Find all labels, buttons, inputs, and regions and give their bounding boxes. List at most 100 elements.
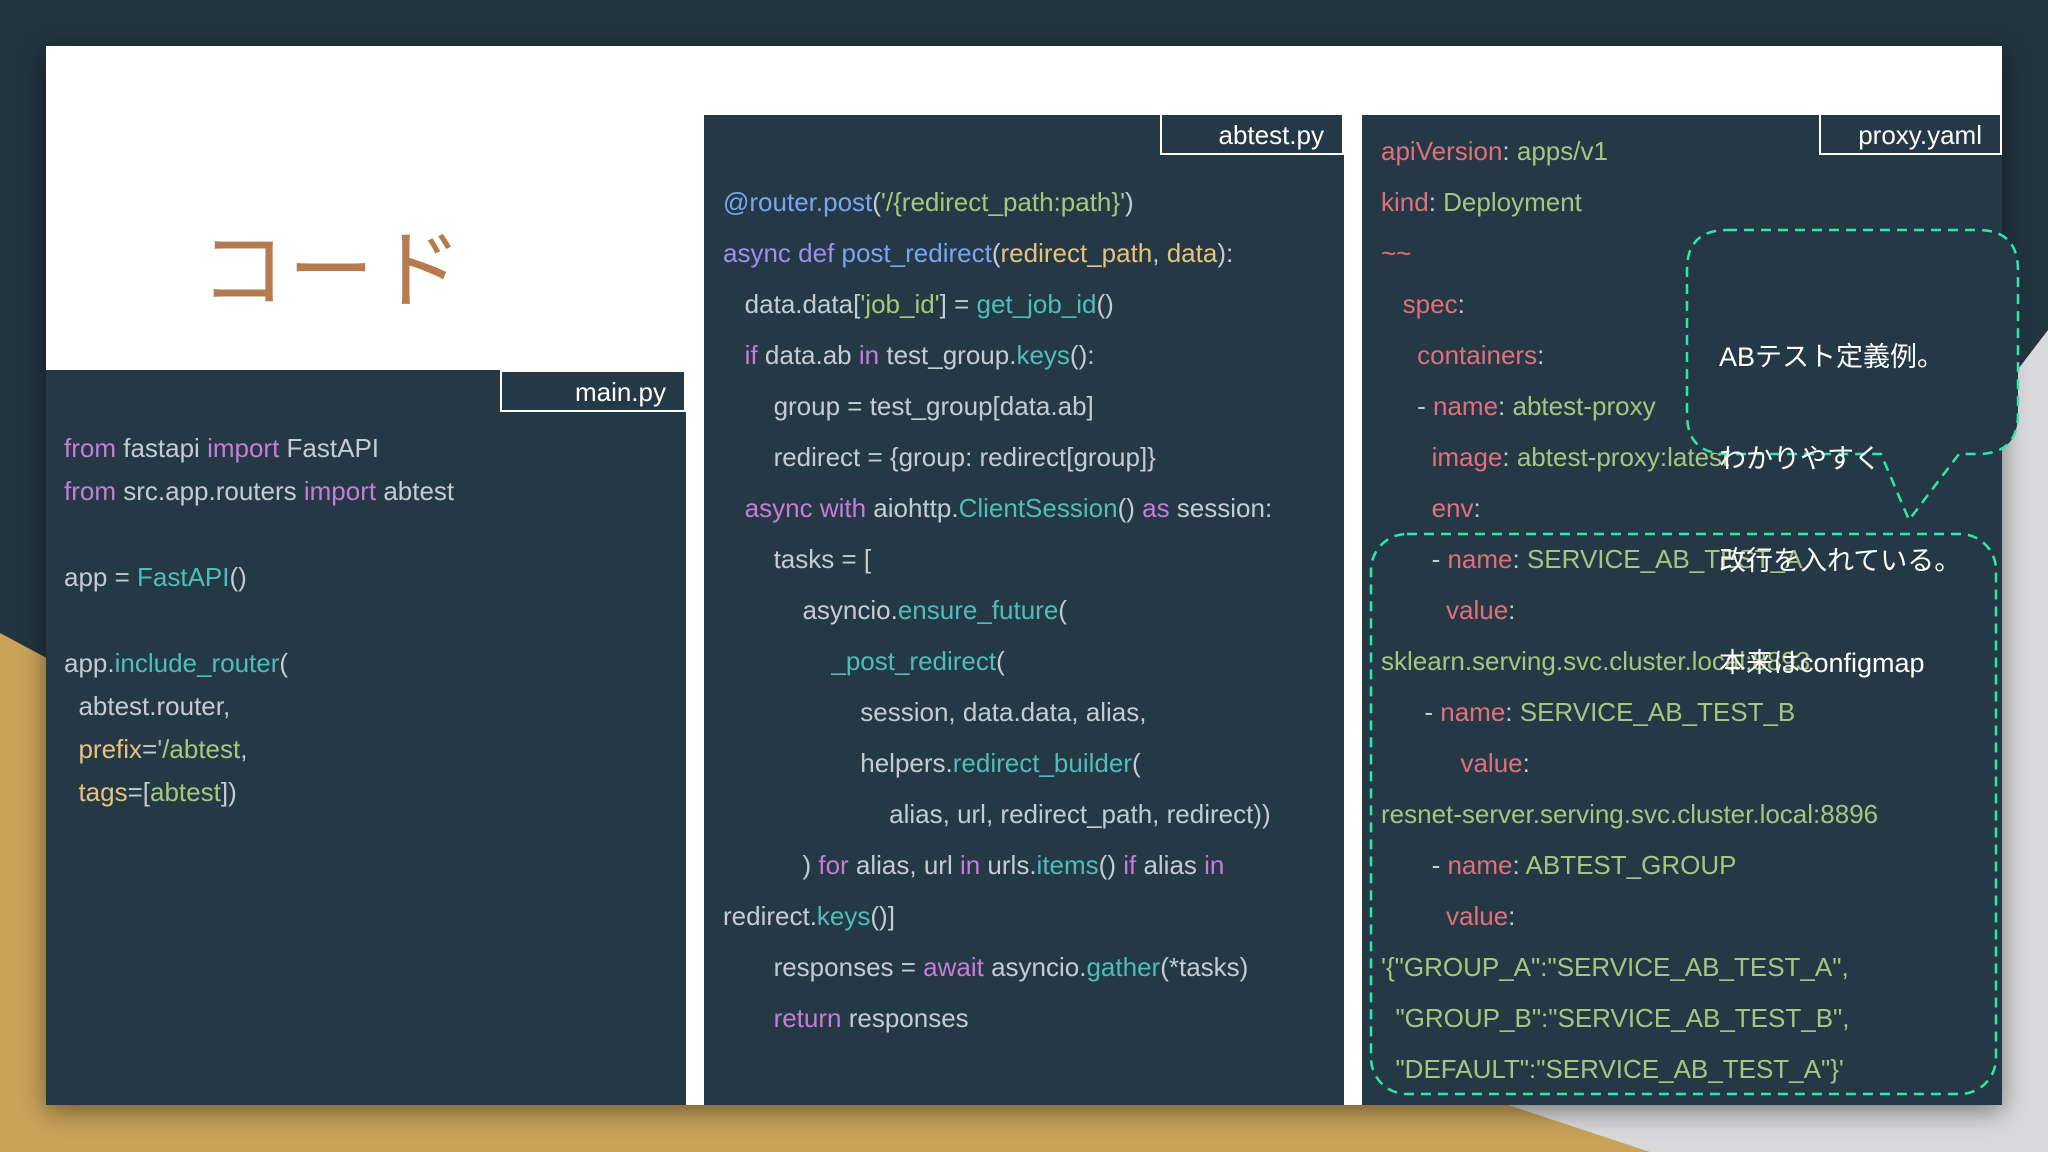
code-token: :	[1502, 442, 1517, 472]
code-token: urls.	[980, 850, 1037, 880]
code-token: FastAPI	[137, 562, 230, 592]
code-token: (	[1058, 595, 1067, 625]
main-py-code: from fastapi import FastAPI from src.app.…	[64, 427, 454, 814]
code-token: "DEFAULT":"SERVICE_AB_TEST_A"}'	[1381, 1054, 1844, 1084]
code-token: value	[1381, 748, 1523, 778]
main-py-tab[interactable]: main.py	[500, 370, 686, 412]
code-token: ClientSession	[958, 493, 1118, 523]
code-token: redirect_path	[1000, 238, 1153, 268]
code-token: name	[1433, 391, 1499, 421]
code-token: redirect = {group: redirect[group]}	[723, 442, 1156, 472]
code-line: async with aiohttp.ClientSession() as se…	[723, 483, 1273, 534]
code-token: keys	[816, 901, 871, 931]
code-line: responses = await asyncio.gather(*tasks)	[723, 942, 1272, 993]
code-token: in	[858, 340, 880, 370]
code-token: alias, url	[848, 850, 960, 880]
code-token: (	[279, 648, 289, 678]
code-line: return responses	[723, 993, 1272, 1044]
code-line: resnet-server.serving.svc.cluster.local:…	[1381, 789, 1878, 840]
code-line: ) for alias, url in urls.items() if alia…	[723, 840, 1272, 891]
code-token: ])	[220, 777, 237, 807]
abtest-py-tab[interactable]: abtest.py	[1160, 115, 1344, 155]
code-token: name	[1447, 850, 1513, 880]
code-token: name	[1440, 697, 1506, 727]
code-token: ()	[1098, 850, 1124, 880]
code-token: name	[1447, 544, 1513, 574]
code-token: Deployment	[1443, 187, 1582, 217]
code-line: @router.post('/{redirect_path:path}')	[723, 177, 1272, 228]
main-py-panel: main.py from fastapi import FastAPI from …	[46, 370, 686, 1105]
code-token: ()	[1117, 493, 1143, 523]
code-token: '/abtest	[157, 734, 241, 764]
code-token: redirect_builder	[952, 748, 1132, 778]
code-line: asyncio.ensure_future(	[723, 585, 1272, 636]
code-line: redirect.keys()]	[723, 891, 1272, 942]
code-token: in	[1204, 850, 1225, 880]
code-token: keys	[1016, 340, 1070, 370]
code-token: apps/v1	[1516, 136, 1608, 166]
code-token: ~~	[1381, 238, 1412, 268]
code-line: kind: Deployment	[1381, 177, 1878, 228]
code-token: get_job_id	[976, 289, 1097, 319]
code-line: - name: ABTEST_GROUP	[1381, 840, 1878, 891]
code-token: group = test_group[data.ab]	[723, 391, 1094, 421]
code-token: session:	[1169, 493, 1273, 523]
code-token: :	[1537, 340, 1545, 370]
code-token: responses	[841, 1003, 969, 1033]
code-token: :	[1505, 697, 1520, 727]
code-token: _post_redirect	[723, 646, 997, 676]
code-token: ,	[240, 734, 248, 764]
code-token: ):	[1217, 238, 1234, 268]
code-token: 'job_id'	[860, 289, 940, 319]
code-token: include_router	[114, 648, 280, 678]
callout-line: 改行を入れている。	[1719, 546, 1962, 576]
callout-line: 本来はconfigmap	[1719, 648, 1925, 678]
code-token: redirect.	[723, 901, 817, 931]
code-token: in	[959, 850, 981, 880]
code-token: -	[1381, 544, 1448, 574]
code-token: -	[1381, 391, 1433, 421]
code-token: import	[207, 433, 280, 463]
code-token: '{"GROUP_A":"SERVICE_AB_TEST_A",	[1381, 952, 1849, 982]
code-line: if data.ab in test_group.keys():	[723, 330, 1272, 381]
code-token: from	[64, 433, 116, 463]
code-token: value	[1381, 595, 1509, 625]
code-token: :	[1502, 136, 1517, 166]
code-token: fastapi	[116, 433, 208, 463]
code-token: =[	[127, 777, 151, 807]
code-token: FastAPI	[279, 433, 380, 463]
code-token: data	[1166, 238, 1218, 268]
code-token: asyncio.	[983, 952, 1087, 982]
code-token: :	[1457, 289, 1465, 319]
code-line: app = FastAPI()	[64, 556, 454, 599]
code-token: if	[723, 340, 758, 370]
code-token: app =	[64, 562, 138, 592]
code-token: =	[142, 734, 158, 764]
code-token: alias	[1136, 850, 1205, 880]
code-token: tasks = [	[723, 544, 872, 574]
code-line: prefix='/abtest,	[64, 728, 454, 771]
code-line: session, data.data, alias,	[723, 687, 1272, 738]
code-token: src.app.routers	[116, 476, 304, 506]
code-line: redirect = {group: redirect[group]}	[723, 432, 1272, 483]
code-token: "GROUP_B":"SERVICE_AB_TEST_B",	[1381, 1003, 1850, 1033]
code-token: if	[1123, 850, 1137, 880]
code-token: :	[1498, 391, 1513, 421]
code-token: tags	[64, 777, 128, 807]
code-line: "DEFAULT":"SERVICE_AB_TEST_A"}'	[1381, 1044, 1878, 1095]
code-line: tasks = [	[723, 534, 1272, 585]
code-line: data.data['job_id'] = get_job_id()	[723, 279, 1272, 330]
code-line: from src.app.routers import abtest	[64, 470, 454, 513]
code-token: spec	[1381, 289, 1458, 319]
code-token: ,	[1152, 238, 1167, 268]
code-token: image	[1381, 442, 1503, 472]
code-line: group = test_group[data.ab]	[723, 381, 1272, 432]
code-token: abtest-proxy:latest	[1516, 442, 1730, 472]
code-token: abtest-proxy	[1512, 391, 1656, 421]
code-line: "GROUP_B":"SERVICE_AB_TEST_B",	[1381, 993, 1878, 1044]
code-token: :	[1512, 544, 1527, 574]
abtest-py-panel: abtest.py @router.post('/{redirect_path:…	[704, 115, 1344, 1105]
code-line: '{"GROUP_A":"SERVICE_AB_TEST_A",	[1381, 942, 1878, 993]
